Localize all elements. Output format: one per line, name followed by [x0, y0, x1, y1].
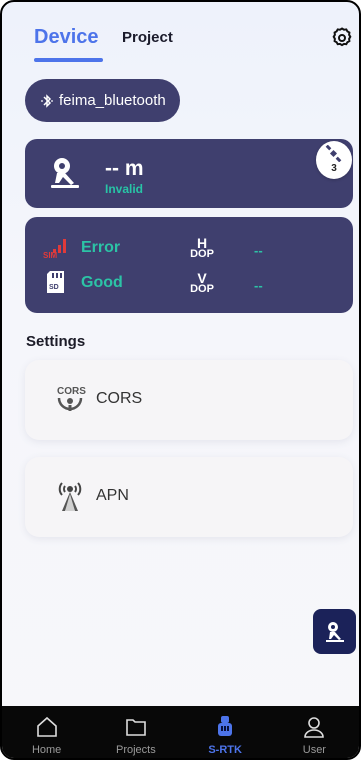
settings-heading: Settings	[26, 333, 86, 350]
position-accuracy: -- m	[105, 157, 144, 180]
nav-projects[interactable]: Projects	[91, 706, 180, 758]
settings-item-label: APN	[96, 487, 129, 504]
position-card[interactable]: -- m Invalid	[25, 139, 353, 208]
satellite-badge[interactable]: 3	[316, 141, 352, 179]
hdop-value: --	[254, 243, 263, 258]
settings-item-label: CORS	[96, 390, 143, 407]
nav-label: User	[302, 744, 326, 756]
sd-card-icon: SD	[47, 271, 64, 293]
settings-item-apn[interactable]: APN	[25, 457, 353, 537]
hdop-label: H DOP	[190, 235, 214, 260]
bluetooth-device-chip[interactable]: feima_bluetooth	[25, 79, 180, 122]
vdop-value: --	[254, 278, 263, 293]
tab-device[interactable]: Device	[34, 26, 99, 49]
status-card: SIM Error SD Good H DOP -- V DOP --	[25, 217, 353, 313]
nav-user[interactable]: User	[270, 706, 359, 758]
sim-status: Error	[81, 239, 121, 256]
bottom-navigation: Home Projects S-RTK User	[2, 706, 359, 758]
cors-icon: CORS	[57, 386, 86, 411]
sim-signal-icon: SIM	[43, 239, 66, 259]
home-icon	[36, 716, 57, 737]
sd-status: Good	[81, 274, 123, 291]
tab-project[interactable]: Project	[122, 29, 173, 46]
satellite-icon	[325, 145, 342, 162]
apn-tower-icon	[58, 482, 82, 511]
settings-item-cors[interactable]: CORS CORS	[25, 360, 353, 440]
surveyor-fab-button[interactable]	[313, 609, 356, 654]
nav-label: Home	[31, 744, 62, 756]
active-tab-indicator	[34, 58, 103, 62]
position-status: Invalid	[105, 182, 144, 196]
svg-text:SD: SD	[49, 284, 59, 291]
nav-label: Projects	[116, 744, 156, 756]
app-screen: Device Project feima_bluetooth -- m Inva…	[0, 0, 361, 760]
gear-icon[interactable]	[330, 26, 354, 50]
surveyor-icon	[51, 158, 79, 188]
top-tabs: Device Project	[2, 2, 359, 64]
surveyor-icon	[326, 622, 344, 642]
bluetooth-icon	[41, 93, 53, 108]
satellite-count: 3	[331, 163, 337, 174]
svg-text:SIM: SIM	[43, 251, 58, 259]
receiver-icon	[218, 716, 233, 736]
folder-icon	[126, 719, 146, 736]
nav-s-rtk[interactable]: S-RTK	[181, 706, 270, 758]
svg-text:CORS: CORS	[57, 386, 86, 397]
user-icon	[304, 717, 325, 738]
bluetooth-device-name: feima_bluetooth	[59, 92, 166, 109]
vdop-label: V DOP	[190, 270, 214, 295]
nav-home[interactable]: Home	[2, 706, 91, 758]
nav-label: S-RTK	[208, 744, 242, 756]
